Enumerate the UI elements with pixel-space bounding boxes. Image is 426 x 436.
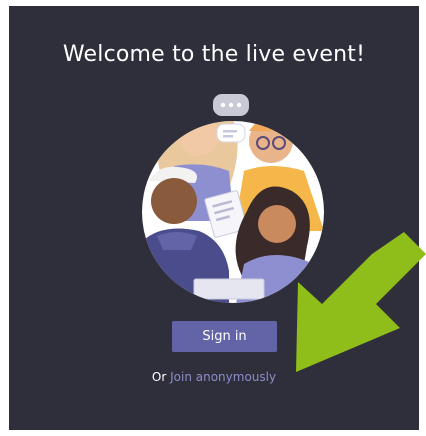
- annotation-arrow-icon: [296, 232, 426, 372]
